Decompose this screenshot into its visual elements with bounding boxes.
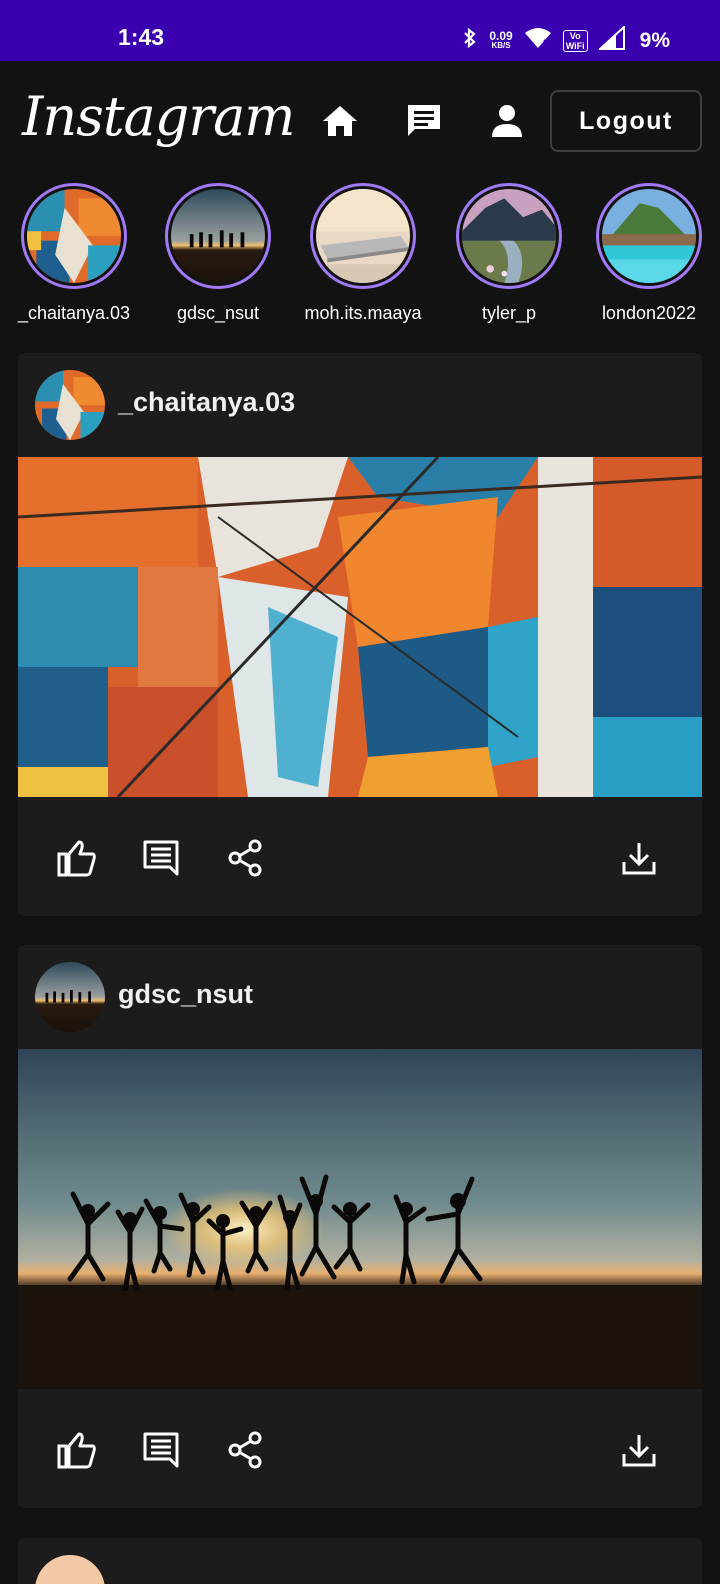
story-avatar-abstract-painting xyxy=(27,189,121,283)
logout-button[interactable]: Logout xyxy=(550,90,702,152)
volte-bottom-label: WiFi xyxy=(565,40,585,51)
post-card: _chaitanya.03 xyxy=(18,353,702,916)
bluetooth-icon xyxy=(462,26,478,55)
story-ring xyxy=(21,183,127,289)
post-header: _chaitanya.03 xyxy=(18,353,702,457)
status-icons: 0.09 KB/S Vo WiFi 9% xyxy=(462,24,670,55)
volte-top-label: Vo xyxy=(569,30,581,41)
story-ring xyxy=(596,183,702,289)
download-icon[interactable] xyxy=(618,1429,660,1471)
app-root: 1:43 0.09 KB/S Vo WiFi 9% Instagram Logo… xyxy=(0,0,720,1584)
network-speed-value: 0.09 xyxy=(489,28,513,43)
story-avatar-mountain-lake xyxy=(462,189,556,283)
share-icon[interactable] xyxy=(224,1429,266,1471)
story-ring xyxy=(165,183,271,289)
story-ring xyxy=(456,183,562,289)
like-icon[interactable] xyxy=(56,837,98,879)
story-item[interactable]: london2022 xyxy=(575,183,720,324)
story-ring xyxy=(310,183,416,289)
network-speed: 0.09 KB/S xyxy=(489,28,513,51)
volte-wifi-icon: Vo WiFi xyxy=(562,29,588,52)
post-card xyxy=(18,1538,702,1584)
post-header: gdsc_nsut xyxy=(18,945,702,1049)
story-item[interactable]: tyler_p xyxy=(435,183,583,324)
network-speed-unit: KB/S xyxy=(491,40,511,50)
story-username: gdsc_nsut xyxy=(176,303,260,323)
download-icon[interactable] xyxy=(618,837,660,879)
post-avatar[interactable] xyxy=(35,370,105,440)
wifi-icon xyxy=(524,26,552,55)
story-item[interactable]: _chaitanya.03 xyxy=(0,183,148,324)
profile-icon[interactable] xyxy=(487,101,527,141)
status-time: 1:43 xyxy=(118,24,165,50)
story-username: london2022 xyxy=(601,303,697,323)
chat-icon[interactable] xyxy=(404,101,444,141)
post-image-sunset-jumping-people xyxy=(18,1049,702,1389)
stories-row: _chaitanya.03 gdsc_nsut moh.its.maaya ty… xyxy=(0,183,720,333)
status-bar: 1:43 0.09 KB/S Vo WiFi 9% xyxy=(0,0,720,61)
post-card: gdsc_nsut xyxy=(18,945,702,1508)
app-header: Instagram Logout xyxy=(0,61,720,176)
battery-level: 9% xyxy=(639,28,670,52)
like-icon[interactable] xyxy=(56,1429,98,1471)
instagram-logo: Instagram xyxy=(22,85,295,148)
post-avatar[interactable] xyxy=(35,1555,105,1584)
post-username[interactable]: gdsc_nsut xyxy=(118,979,253,1010)
story-avatar-laptop-desk xyxy=(316,189,410,283)
story-item[interactable]: gdsc_nsut xyxy=(144,183,292,324)
comment-icon[interactable] xyxy=(140,1429,182,1471)
story-username: moh.its.maaya xyxy=(304,303,422,323)
story-username: tyler_p xyxy=(481,303,537,323)
comment-icon[interactable] xyxy=(140,837,182,879)
story-item[interactable]: moh.its.maaya xyxy=(289,183,437,324)
story-username: _chaitanya.03 xyxy=(17,303,131,323)
post-image-abstract-painting xyxy=(18,457,702,797)
signal-icon xyxy=(597,24,625,55)
share-icon[interactable] xyxy=(224,837,266,879)
post-actions xyxy=(18,797,702,916)
post-actions xyxy=(18,1389,702,1508)
story-avatar-sunset-jumping-people xyxy=(171,189,265,283)
home-icon[interactable] xyxy=(320,101,360,141)
post-avatar[interactable] xyxy=(35,962,105,1032)
story-avatar-tropical-resort xyxy=(602,189,696,283)
post-username[interactable]: _chaitanya.03 xyxy=(118,387,295,418)
